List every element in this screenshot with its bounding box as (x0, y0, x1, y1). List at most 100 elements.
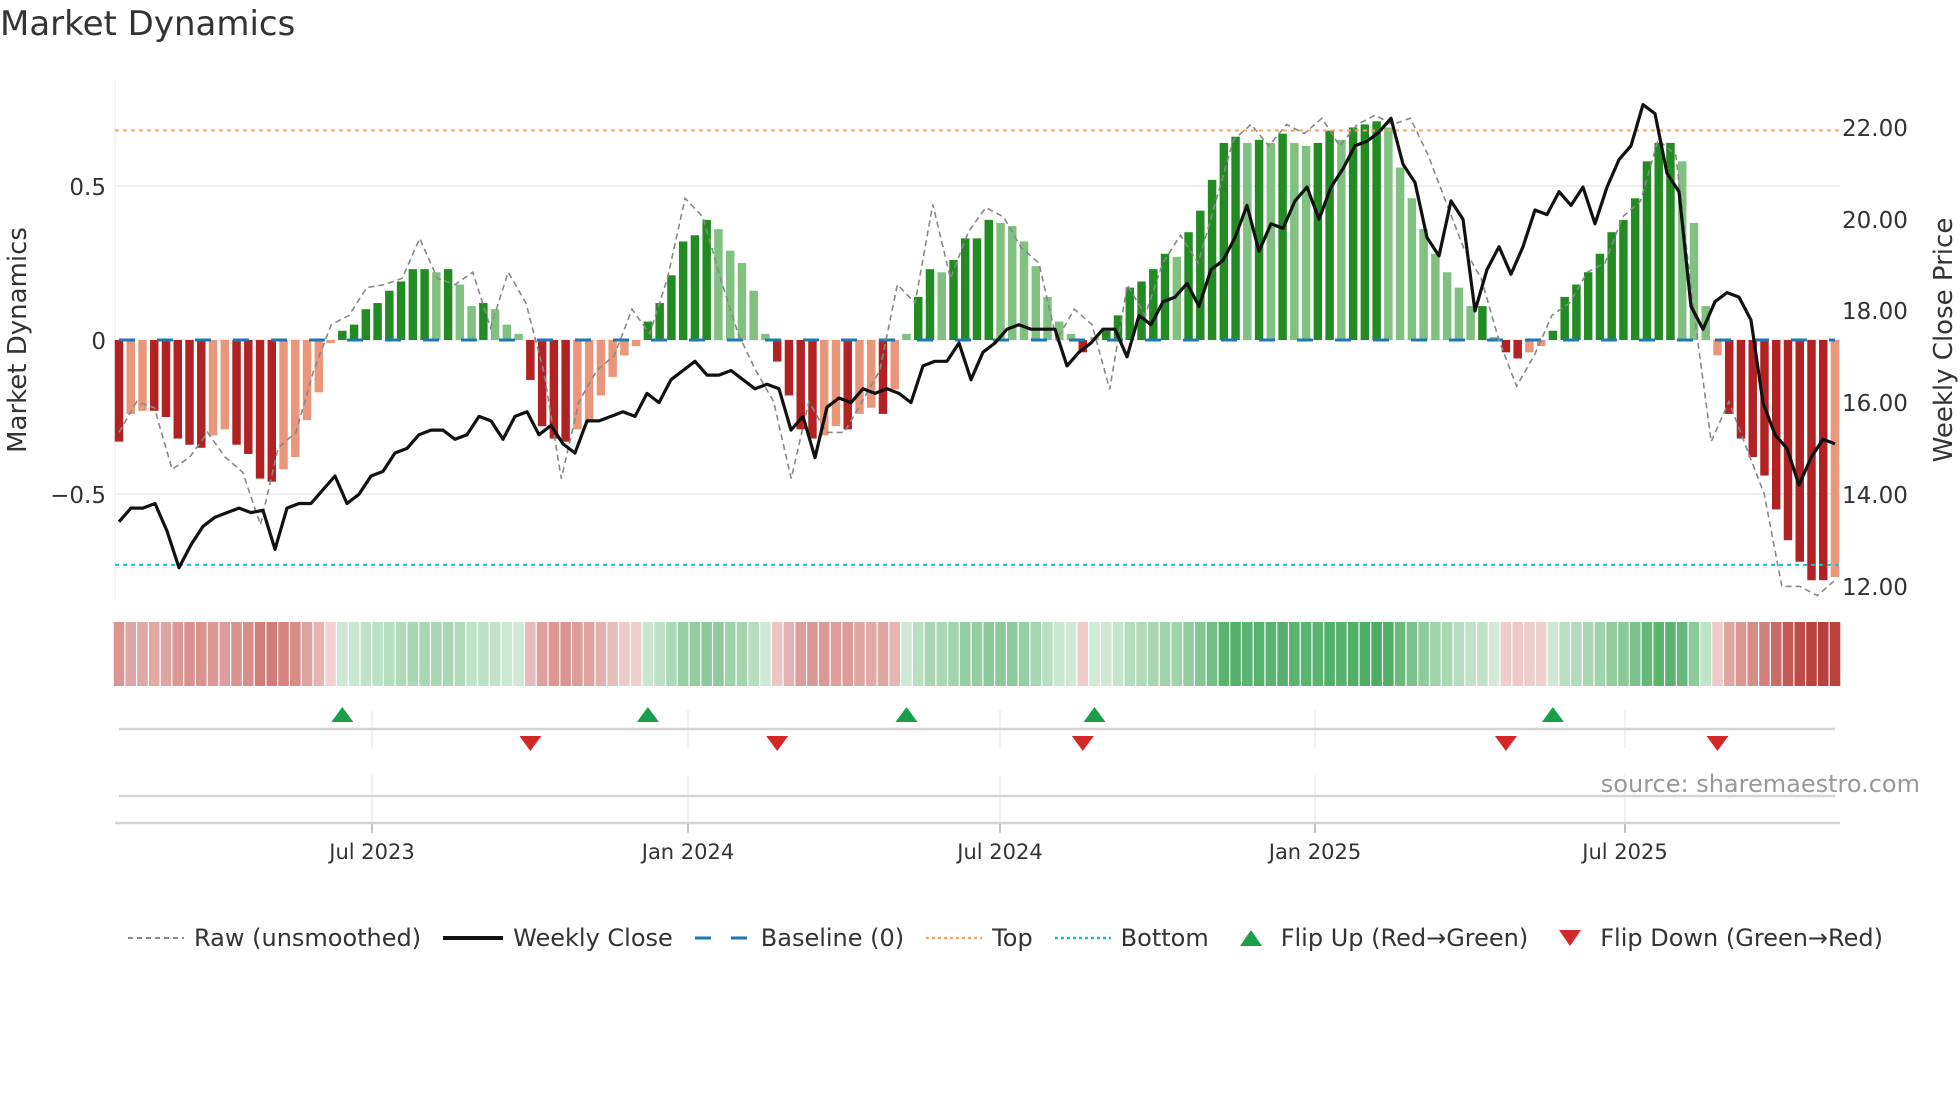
heat-cell (1359, 622, 1371, 686)
heat-cell (1124, 622, 1136, 686)
heat-cell (807, 622, 818, 686)
momentum-bar (961, 238, 970, 340)
heat-cell (1383, 622, 1394, 686)
heat-cell (1053, 622, 1065, 686)
momentum-bar (1348, 127, 1358, 340)
heat-cell (1394, 622, 1406, 686)
x-tick-label: Jul 2024 (955, 840, 1042, 864)
momentum-bar (338, 330, 347, 340)
momentum-bar (1313, 142, 1323, 340)
heat-cell (1112, 622, 1124, 686)
y-axis-label: Market Dynamics (3, 227, 33, 453)
heat-cell (995, 622, 1006, 686)
series-lines (117, 102, 1836, 597)
momentum-bar (502, 324, 512, 340)
heat-cell (1065, 622, 1077, 686)
momentum-bar (878, 340, 888, 414)
source-credit: source: sharemaestro.com (1600, 770, 1920, 798)
momentum-bar (408, 269, 418, 340)
momentum-bar (385, 290, 394, 340)
x-tick-label: Jul 2025 (1580, 840, 1667, 864)
momentum-bar (1607, 232, 1616, 340)
heat-cell (748, 622, 759, 686)
heat-cell (560, 622, 571, 686)
momentum-bar (361, 309, 371, 340)
heat-cell (360, 622, 372, 686)
momentum-bar (432, 272, 441, 340)
momentum-bar (772, 340, 782, 362)
momentum-bar (173, 340, 182, 439)
heat-cell (1559, 622, 1570, 686)
momentum-bar (1454, 287, 1464, 340)
level-lines (115, 129, 1840, 566)
momentum-bar (1819, 340, 1828, 581)
momentum-bar (1642, 161, 1652, 340)
heat-cell (525, 622, 536, 686)
x-tick-label: Jan 2024 (640, 840, 735, 864)
heat-cell (1242, 622, 1253, 686)
heat-cell (1371, 622, 1382, 686)
heat-cell (1006, 622, 1018, 686)
momentum-bar (843, 340, 852, 430)
heat-cell (1171, 622, 1183, 686)
heat-cell (1030, 622, 1042, 686)
heat-cell (1688, 622, 1700, 686)
flip-up-marker (1541, 707, 1564, 722)
y-tick-label: −0.5 (50, 483, 106, 509)
heat-cell (137, 622, 148, 686)
momentum-bar (1372, 121, 1381, 340)
momentum-bar (620, 340, 629, 356)
momentum-bar (1196, 210, 1205, 340)
momentum-bar (1572, 284, 1581, 340)
momentum-bar (1266, 142, 1276, 340)
momentum-bar (126, 340, 135, 414)
momentum-bar (244, 340, 253, 454)
heat-cell (724, 622, 736, 686)
heat-cell (877, 622, 889, 686)
heat-cell (677, 622, 689, 686)
momentum-bar (667, 275, 676, 340)
momentum-bar (784, 340, 794, 396)
heat-cell (148, 622, 160, 686)
heat-cell (1547, 622, 1559, 686)
momentum-bar (749, 290, 758, 340)
heat-cell (818, 622, 830, 686)
heat-cell (1430, 622, 1441, 686)
momentum-bar (514, 333, 523, 340)
heat-cell (1606, 622, 1617, 686)
momentum-bar (161, 340, 171, 417)
heat-cell (407, 622, 419, 686)
heat-cell (1077, 622, 1089, 686)
momentum-bar (1207, 179, 1217, 340)
heat-cell (1653, 622, 1664, 686)
heat-cell (1453, 622, 1465, 686)
momentum-bar (855, 340, 864, 414)
heat-cell (1571, 622, 1582, 686)
heat-cell (1265, 622, 1277, 686)
heat-cell (1712, 622, 1723, 686)
momentum-bar (831, 340, 841, 427)
momentum-bar (561, 340, 570, 442)
heat-cell (348, 622, 360, 686)
heat-cell (642, 622, 654, 686)
heat-cell (419, 622, 430, 686)
momentum-bar (1325, 130, 1334, 340)
y2-tick-label: 14.00 (1842, 483, 1908, 509)
momentum-bar (1654, 142, 1663, 340)
dotted-orange-line-icon (926, 936, 983, 940)
heat-cell (1641, 622, 1653, 686)
legend-label: Baseline (0) (760, 924, 905, 952)
momentum-bar (1137, 281, 1146, 340)
heat-cell (125, 622, 137, 686)
y2-tick-label: 22.00 (1842, 116, 1908, 142)
heat-cell (231, 622, 242, 686)
heat-cell (1277, 622, 1288, 686)
momentum-bar (1008, 226, 1017, 340)
heat-cell (1535, 622, 1547, 686)
heat-cell (1406, 622, 1418, 686)
heat-cell (1253, 622, 1265, 686)
momentum-bar (349, 324, 359, 340)
momentum-bar (702, 219, 711, 340)
heat-cell (854, 622, 865, 686)
heat-cell (1665, 622, 1676, 686)
